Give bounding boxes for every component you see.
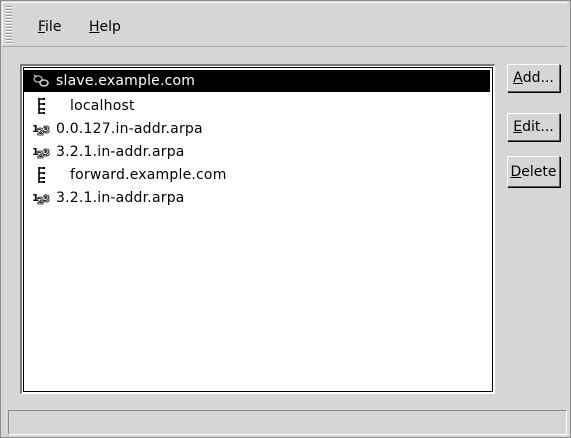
zone-list-item-label: forward.example.com: [70, 167, 227, 183]
zone-list[interactable]: slave.example.com localhost 1 2 3 0.0.127.in-…: [23, 67, 493, 392]
edit-button-accel: E: [513, 119, 523, 135]
menu-help-label: elp: [99, 19, 121, 35]
forward-zone-icon: [32, 165, 52, 185]
reverse-zone-icon: 123: [32, 188, 52, 208]
slave-zone-icon: [32, 71, 52, 91]
zone-list-item-label: 3.2.1.in-addr.arpa: [56, 144, 185, 160]
delete-button[interactable]: Delete: [507, 156, 560, 187]
add-button-accel: A: [513, 70, 523, 86]
menu-help[interactable]: Help: [89, 19, 121, 35]
status-bar: [8, 410, 567, 435]
menubar-grip-handle[interactable]: [6, 6, 12, 44]
menu-file-label: ile: [45, 19, 62, 35]
zone-list-item-label: 3.2.1.in-addr.arpa: [56, 190, 185, 206]
main-window: File Help slave.example.com localhost 1 2 3 0…: [0, 0, 571, 438]
zone-list-item[interactable]: forward.example.com: [24, 164, 490, 186]
zone-list-item-label: localhost: [70, 98, 135, 114]
edit-button-label: dit...: [522, 119, 554, 135]
menu-file-accel: F: [38, 19, 46, 35]
delete-button-label: elete: [521, 163, 557, 180]
add-button-label: dd...: [522, 70, 554, 86]
svg-text:3: 3: [43, 125, 50, 136]
forward-zone-icon: [32, 96, 52, 116]
zone-list-item[interactable]: localhost: [24, 95, 490, 117]
zone-list-item-label: 0.0.127.in-addr.arpa: [56, 121, 203, 137]
zone-list-item-label: slave.example.com: [56, 73, 196, 89]
menu-bar: File Help: [2, 2, 567, 47]
reverse-zone-icon: 123: [32, 142, 52, 162]
zone-list-item[interactable]: 1 2 3 3.2.1.in-addr.arpa: [24, 187, 490, 209]
menu-file[interactable]: File: [38, 19, 61, 35]
delete-button-accel: D: [510, 163, 522, 180]
svg-text:3: 3: [43, 194, 50, 205]
edit-button[interactable]: Edit...: [507, 113, 560, 141]
zone-list-item[interactable]: 1 2 3 3.2.1.in-addr.arpa: [24, 141, 490, 163]
menu-help-accel: H: [89, 19, 100, 35]
zone-list-item[interactable]: slave.example.com: [24, 70, 490, 92]
reverse-zone-icon: 123: [32, 119, 52, 139]
svg-text:3: 3: [43, 148, 50, 159]
zone-list-item[interactable]: 1 2 3 0.0.127.in-addr.arpa: [24, 118, 490, 140]
add-button[interactable]: Add...: [507, 64, 560, 92]
zone-list-frame: slave.example.com localhost 1 2 3 0.0.127.in-…: [20, 64, 495, 394]
